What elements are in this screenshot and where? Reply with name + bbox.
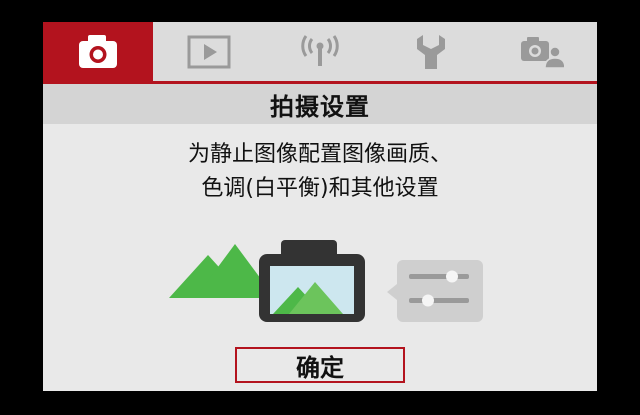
tab-playback[interactable]: [153, 22, 264, 81]
illustration: [43, 232, 597, 342]
camera-screen-icon: [259, 240, 365, 322]
camera-icon: [79, 34, 117, 68]
confirm-button[interactable]: 确定: [235, 347, 405, 383]
tab-bar: [43, 22, 597, 84]
title-bar: 拍摄设置: [43, 84, 597, 124]
tab-custom[interactable]: [486, 22, 597, 81]
play-icon: [187, 35, 230, 68]
sliders-icon: [387, 260, 483, 322]
description-line-2: 色调(白平衡)和其他设置: [201, 176, 439, 201]
tab-wireless[interactable]: [264, 22, 375, 81]
menu-screen: 拍摄设置 为静止图像配置图像画质、 色调(白平衡)和其他设置 确定: [43, 22, 597, 391]
tab-shooting[interactable]: [43, 22, 153, 81]
camera-person-icon: [520, 36, 564, 69]
wrench-icon: [416, 34, 445, 69]
illustration-graphic: [169, 240, 483, 322]
description-line-1: 为静止图像配置图像画质、: [187, 142, 452, 167]
description: 为静止图像配置图像画质、 色调(白平衡)和其他设置: [43, 138, 597, 206]
confirm-label: 确定: [296, 353, 344, 382]
wireless-icon: [300, 34, 339, 66]
tab-setup[interactable]: [375, 22, 486, 81]
page-title: 拍摄设置: [270, 92, 370, 121]
